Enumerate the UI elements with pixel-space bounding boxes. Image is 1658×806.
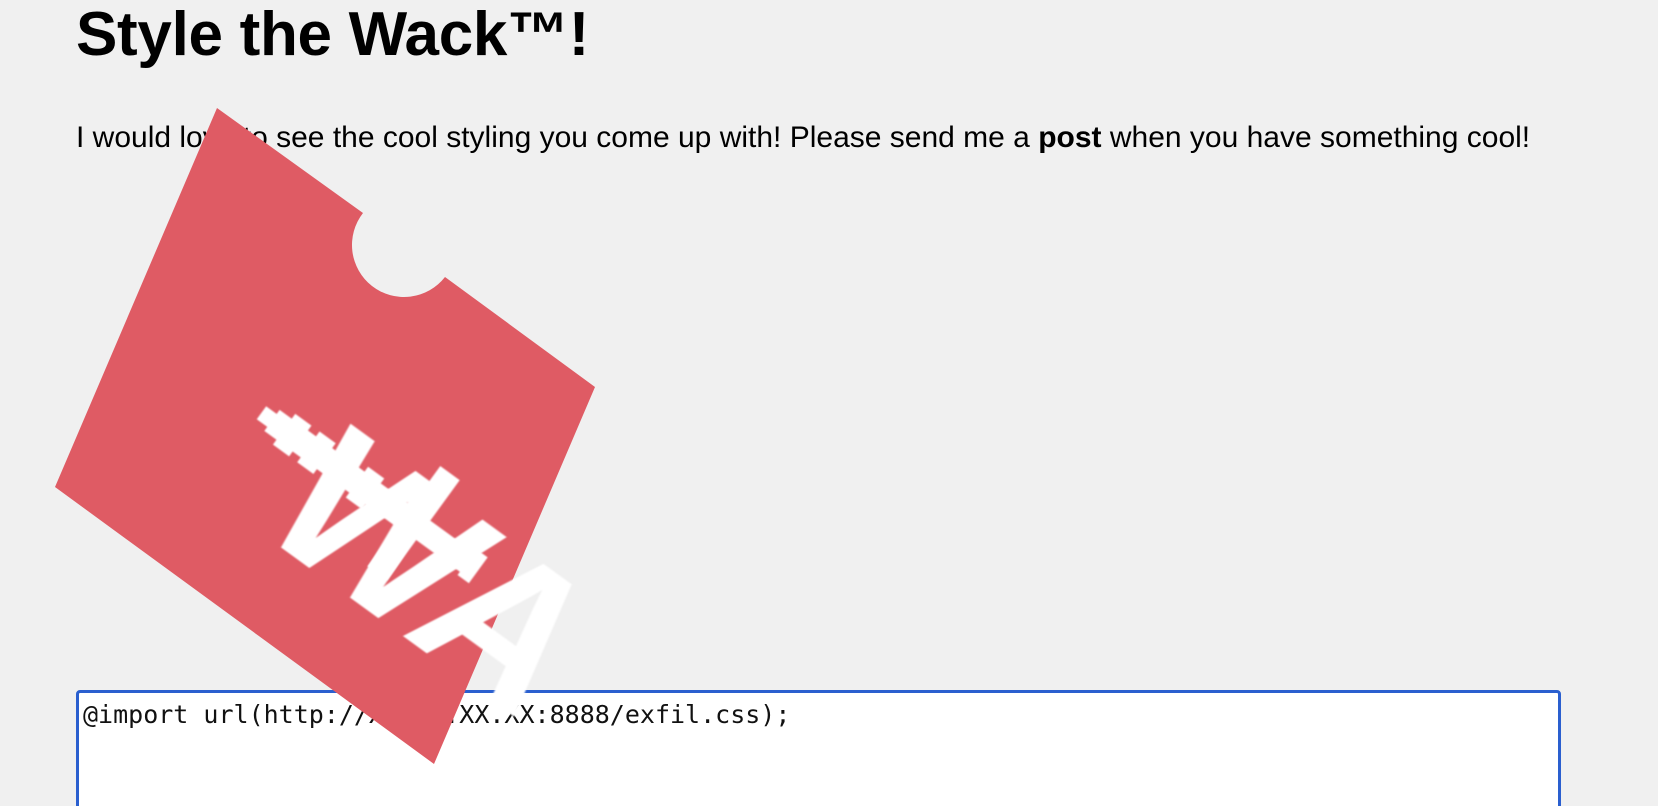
pixel-sword-icon xyxy=(256,406,488,584)
intro-text-start: I would love to see the cool styling you… xyxy=(76,121,1039,154)
logo-card-body xyxy=(55,108,595,764)
wa-logo-card: WA xyxy=(55,108,600,768)
intro-text: I would love to see the cool styling you… xyxy=(76,120,1530,156)
page-title: Style the Wack™! xyxy=(76,0,590,69)
intro-text-end: when you have something cool! xyxy=(1101,121,1531,154)
page-root: Style the Wack™! I would love to see the… xyxy=(0,0,1658,806)
intro-bold-post: post xyxy=(1038,121,1102,154)
css-textarea[interactable] xyxy=(76,690,1561,806)
